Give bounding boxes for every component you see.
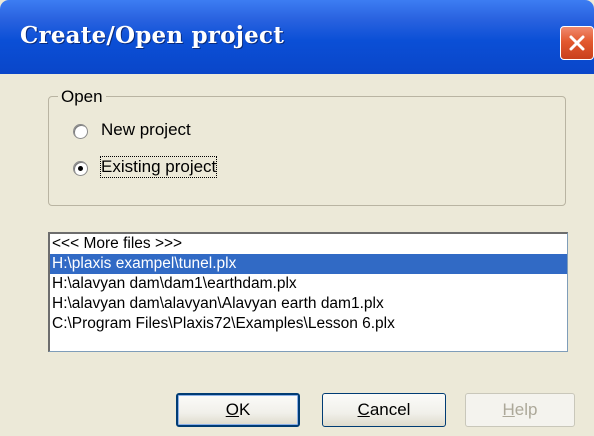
list-item-file[interactable]: C:\Program Files\Plaxis72\Examples\Lesso… [50,314,567,334]
list-item-file[interactable]: H:\alavyan dam\dam1\earthdam.plx [50,274,567,294]
open-groupbox [48,96,566,206]
help-label-rest: elp [514,400,538,419]
list-item-file[interactable]: H:\alavyan dam\alavyan\Alavyan earth dam… [50,294,567,314]
radio-label-new-project: New project [101,120,191,139]
recent-files-listbox[interactable]: <<< More files >>> H:\plaxis exampel\tun… [48,232,568,352]
close-icon [569,35,585,51]
radio-selected-dot [78,166,83,171]
close-button[interactable] [560,26,594,60]
help-button: Help [465,393,575,427]
cancel-label-rest: ancel [369,400,411,419]
ok-mnemonic: O [225,400,239,419]
list-item-file[interactable]: H:\plaxis exampel\tunel.plx [50,254,567,274]
title-bar[interactable]: Create/Open project [0,0,594,74]
radio-button-new-project[interactable] [73,124,88,139]
ok-label-rest: K [238,400,251,419]
cancel-mnemonic: C [357,400,370,419]
ok-button[interactable]: OK [176,393,300,427]
radio-label-existing-project: Existing project [99,156,218,178]
open-group-legend: Open [58,87,106,107]
radio-button-existing-project[interactable] [73,161,88,176]
window-title: Create/Open project [20,22,285,49]
list-item-more-files[interactable]: <<< More files >>> [50,234,567,254]
cancel-button[interactable]: Cancel [322,393,446,427]
help-mnemonic: H [502,400,515,419]
